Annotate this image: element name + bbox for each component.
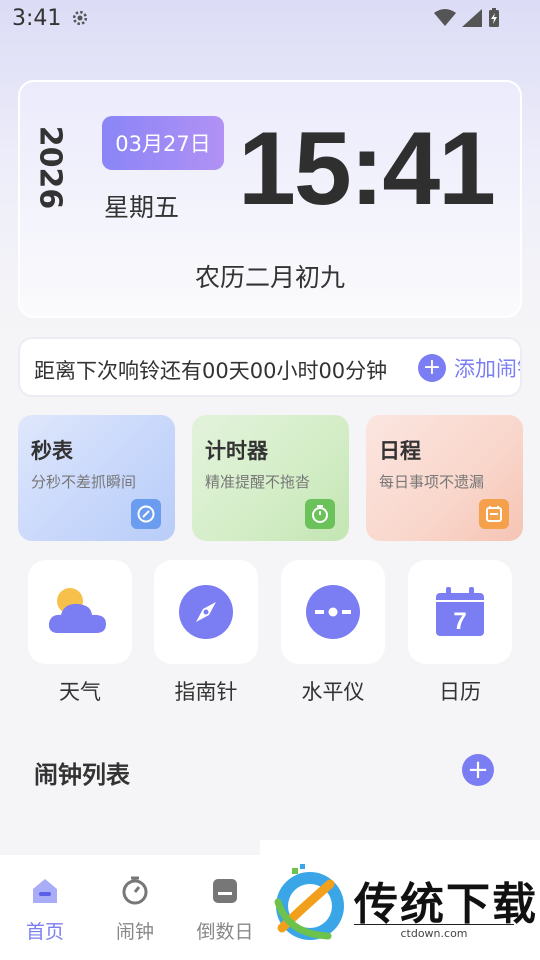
clock-card: 2026 03月27日 星期五 15:41 农历二月初九 bbox=[18, 80, 522, 318]
tab-alarm[interactable]: 闹钟 bbox=[90, 875, 180, 944]
tool-label: 水平仪 bbox=[301, 680, 365, 704]
year-vertical: 2026 bbox=[32, 122, 68, 212]
date-badge: 03月27日 bbox=[102, 116, 224, 170]
next-alarm-countdown: 距离下次响铃还有00天00小时00分钟 + 添加闹钟 bbox=[18, 337, 522, 397]
watermark-title: 传统下载 bbox=[354, 879, 538, 930]
card-subtitle: 分秒不差抓瞬间 bbox=[31, 473, 137, 491]
year-text: 2026 bbox=[32, 125, 68, 209]
cell-signal-icon bbox=[462, 9, 482, 27]
lunar-date: 农历二月初九 bbox=[194, 263, 345, 292]
calendar-note-icon bbox=[479, 499, 509, 529]
add-alarm-label: 添加闹钟 bbox=[454, 357, 520, 381]
watermark-logo bbox=[274, 864, 344, 940]
level-icon bbox=[281, 560, 385, 664]
tool-label: 日历 bbox=[439, 680, 481, 704]
card-subtitle: 精准提醒不拖沓 bbox=[205, 473, 311, 491]
status-bar: 3:41 bbox=[0, 0, 540, 38]
add-alarm-button[interactable]: + bbox=[462, 754, 494, 786]
tool-weather[interactable]: 天气 bbox=[27, 560, 133, 706]
alarm-clock-icon bbox=[119, 875, 151, 907]
plus-circle-icon: + bbox=[418, 354, 446, 382]
schedule-card[interactable]: 日程 每日事项不遗漏 bbox=[366, 415, 523, 541]
settings-gear-icon bbox=[72, 10, 88, 26]
countdown-icon bbox=[209, 875, 241, 907]
tool-label: 指南针 bbox=[174, 680, 238, 704]
status-icons bbox=[434, 8, 500, 28]
stopwatch-card[interactable]: 秒表 分秒不差抓瞬间 bbox=[18, 415, 175, 541]
calendar-icon: 7 bbox=[408, 560, 512, 664]
card-title: 计时器 bbox=[205, 439, 268, 463]
stopwatch-icon bbox=[131, 499, 161, 529]
timer-card[interactable]: 计时器 精准提醒不拖沓 bbox=[192, 415, 349, 541]
home-icon bbox=[29, 875, 61, 907]
calendar-day-number: 7 bbox=[453, 608, 466, 635]
status-time: 3:41 bbox=[12, 6, 62, 31]
watermark: 传统下载 ctdown.com bbox=[260, 840, 540, 960]
countdown-text: 距离下次响铃还有00天00小时00分钟 bbox=[34, 359, 388, 383]
tool-label: 天气 bbox=[59, 680, 101, 704]
tool-calendar[interactable]: 7 日历 bbox=[407, 560, 513, 706]
tab-label: 倒数日 bbox=[196, 921, 254, 943]
timer-icon bbox=[305, 499, 335, 529]
card-title: 日程 bbox=[379, 439, 421, 463]
card-subtitle: 每日事项不遗漏 bbox=[379, 473, 485, 491]
weekday-text: 星期五 bbox=[104, 193, 180, 222]
battery-icon bbox=[489, 8, 499, 27]
weather-icon bbox=[28, 560, 132, 664]
tool-compass[interactable]: 指南针 bbox=[153, 560, 259, 706]
tab-countdown[interactable]: 倒数日 bbox=[180, 875, 270, 944]
compass-icon bbox=[154, 560, 258, 664]
card-title: 秒表 bbox=[31, 439, 73, 463]
tool-level[interactable]: 水平仪 bbox=[280, 560, 386, 706]
tab-label: 闹钟 bbox=[115, 921, 154, 943]
watermark-url: ctdown.com bbox=[354, 924, 514, 940]
add-alarm-link[interactable]: + 添加闹钟 bbox=[418, 353, 520, 383]
wifi-icon bbox=[434, 9, 456, 26]
tab-home[interactable]: 首页 bbox=[0, 875, 90, 944]
tab-label: 首页 bbox=[25, 921, 64, 943]
current-time: 15:41 bbox=[238, 111, 496, 227]
alarm-list-title: 闹钟列表 bbox=[34, 761, 130, 789]
